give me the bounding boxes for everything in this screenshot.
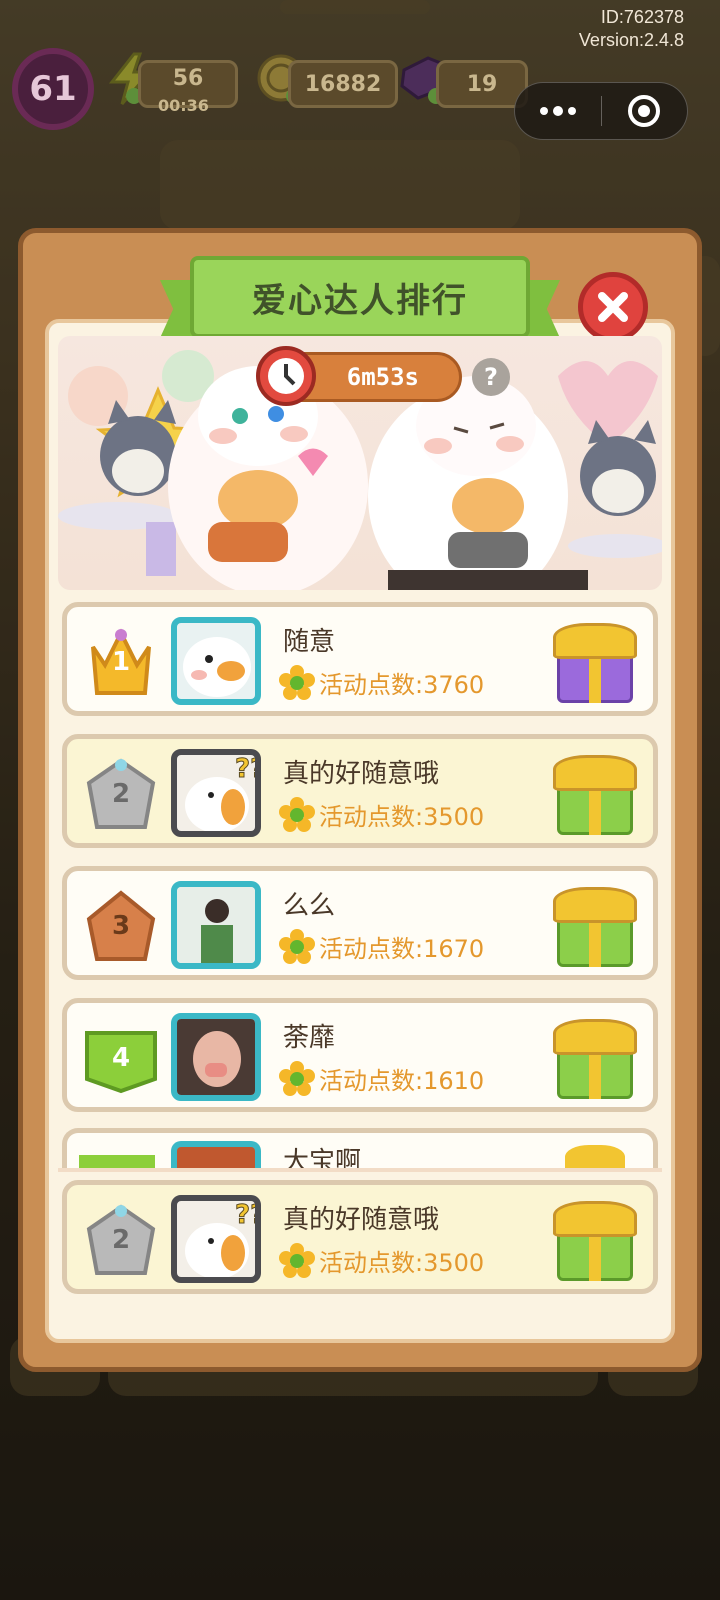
id-version-info: ID:762378 Version:2.4.8 bbox=[579, 6, 684, 52]
energy-value: 56 bbox=[172, 65, 204, 91]
popup-title-ribbon: 爱心达人排行 bbox=[190, 256, 530, 338]
green-shield-badge-icon: 4 bbox=[83, 1021, 159, 1095]
avatar: ?? bbox=[171, 1195, 261, 1283]
silver-badge-icon: 2 bbox=[83, 757, 159, 831]
svg-text:??: ?? bbox=[235, 1201, 255, 1230]
player-name: 么么 bbox=[283, 891, 336, 921]
rank-number: 4 bbox=[111, 1043, 131, 1073]
bronze-badge-icon: 3 bbox=[83, 889, 159, 963]
coin-value: 16882 bbox=[304, 71, 382, 97]
more-dots-icon bbox=[539, 106, 576, 116]
coin-counter[interactable]: 16882 bbox=[288, 60, 398, 108]
exit-button[interactable] bbox=[602, 83, 688, 139]
purple-gift-icon[interactable] bbox=[553, 615, 637, 707]
flower-icon bbox=[279, 1243, 315, 1278]
silver-badge-icon: 2 bbox=[83, 1203, 159, 1277]
activity-points: 活动点数:1610 bbox=[319, 1067, 485, 1095]
version-label: Version:2.4.8 bbox=[578, 30, 684, 50]
rank-row-5-partial[interactable]: 大宝啊 bbox=[62, 1128, 658, 1168]
avatar bbox=[171, 1013, 261, 1101]
player-name: 真的好随意哦 bbox=[283, 1205, 440, 1235]
target-close-icon bbox=[628, 95, 661, 127]
player-id: ID:762378 bbox=[600, 7, 684, 27]
help-button[interactable]: ? bbox=[472, 358, 510, 396]
rank-number: 2 bbox=[111, 1225, 131, 1255]
close-button[interactable] bbox=[578, 272, 648, 342]
green-gift-icon[interactable] bbox=[553, 879, 637, 971]
level-badge[interactable]: 61 bbox=[12, 48, 94, 130]
avatar bbox=[171, 1141, 261, 1168]
flower-icon bbox=[279, 1061, 315, 1096]
player-name: 随意 bbox=[283, 627, 336, 657]
flower-icon bbox=[279, 929, 315, 964]
rank-number: 1 bbox=[111, 647, 131, 677]
activity-points: 活动点数:3760 bbox=[319, 671, 485, 699]
mini-program-capsule bbox=[514, 82, 688, 140]
green-gift-icon[interactable] bbox=[553, 1193, 637, 1285]
gem-value: 19 bbox=[466, 71, 498, 97]
more-button[interactable] bbox=[515, 83, 601, 139]
my-rank-row[interactable]: 2 ?? 真的好随意哦 活动点数:3500 bbox=[62, 1180, 658, 1294]
flower-icon bbox=[279, 665, 315, 700]
rank-number: 3 bbox=[111, 911, 131, 941]
activity-points: 活动点数:1670 bbox=[319, 935, 485, 963]
avatar: ?? bbox=[171, 749, 261, 837]
clock-icon bbox=[256, 346, 316, 406]
green-gift-icon[interactable] bbox=[553, 1011, 637, 1103]
gift-icon bbox=[565, 1145, 625, 1168]
rank-number: 2 bbox=[111, 779, 131, 809]
list-divider bbox=[58, 1168, 662, 1172]
popup-title: 爱心达人排行 bbox=[252, 280, 468, 321]
green-gift-icon[interactable] bbox=[553, 747, 637, 839]
help-icon: ? bbox=[484, 363, 498, 391]
close-icon bbox=[598, 292, 628, 322]
player-name: 真的好随意哦 bbox=[283, 759, 440, 789]
rank-row-2[interactable]: 2 ?? 真的好随意哦 活动点数:3500 bbox=[62, 734, 658, 848]
activity-points: 活动点数:3500 bbox=[319, 1249, 485, 1277]
rank-row-3[interactable]: 3 么么 活动点数:1670 bbox=[62, 866, 658, 980]
energy-timer: 00:36 bbox=[158, 96, 209, 115]
rank-row-1[interactable]: 1 随意 活动点数:3760 bbox=[62, 602, 658, 716]
level-value: 61 bbox=[29, 69, 77, 109]
avatar bbox=[171, 617, 261, 705]
player-name: 大宝啊 bbox=[283, 1147, 362, 1168]
green-shield-badge-icon bbox=[79, 1155, 155, 1168]
flower-icon bbox=[279, 797, 315, 832]
rank-row-4[interactable]: 4 荼靡 活动点数:1610 bbox=[62, 998, 658, 1112]
activity-points: 活动点数:3500 bbox=[319, 803, 485, 831]
gold-crown-badge-icon: 1 bbox=[83, 625, 159, 699]
timer-value: 6m53s bbox=[346, 363, 419, 391]
avatar bbox=[171, 881, 261, 969]
svg-text:??: ?? bbox=[235, 755, 255, 784]
player-name: 荼靡 bbox=[283, 1023, 336, 1053]
